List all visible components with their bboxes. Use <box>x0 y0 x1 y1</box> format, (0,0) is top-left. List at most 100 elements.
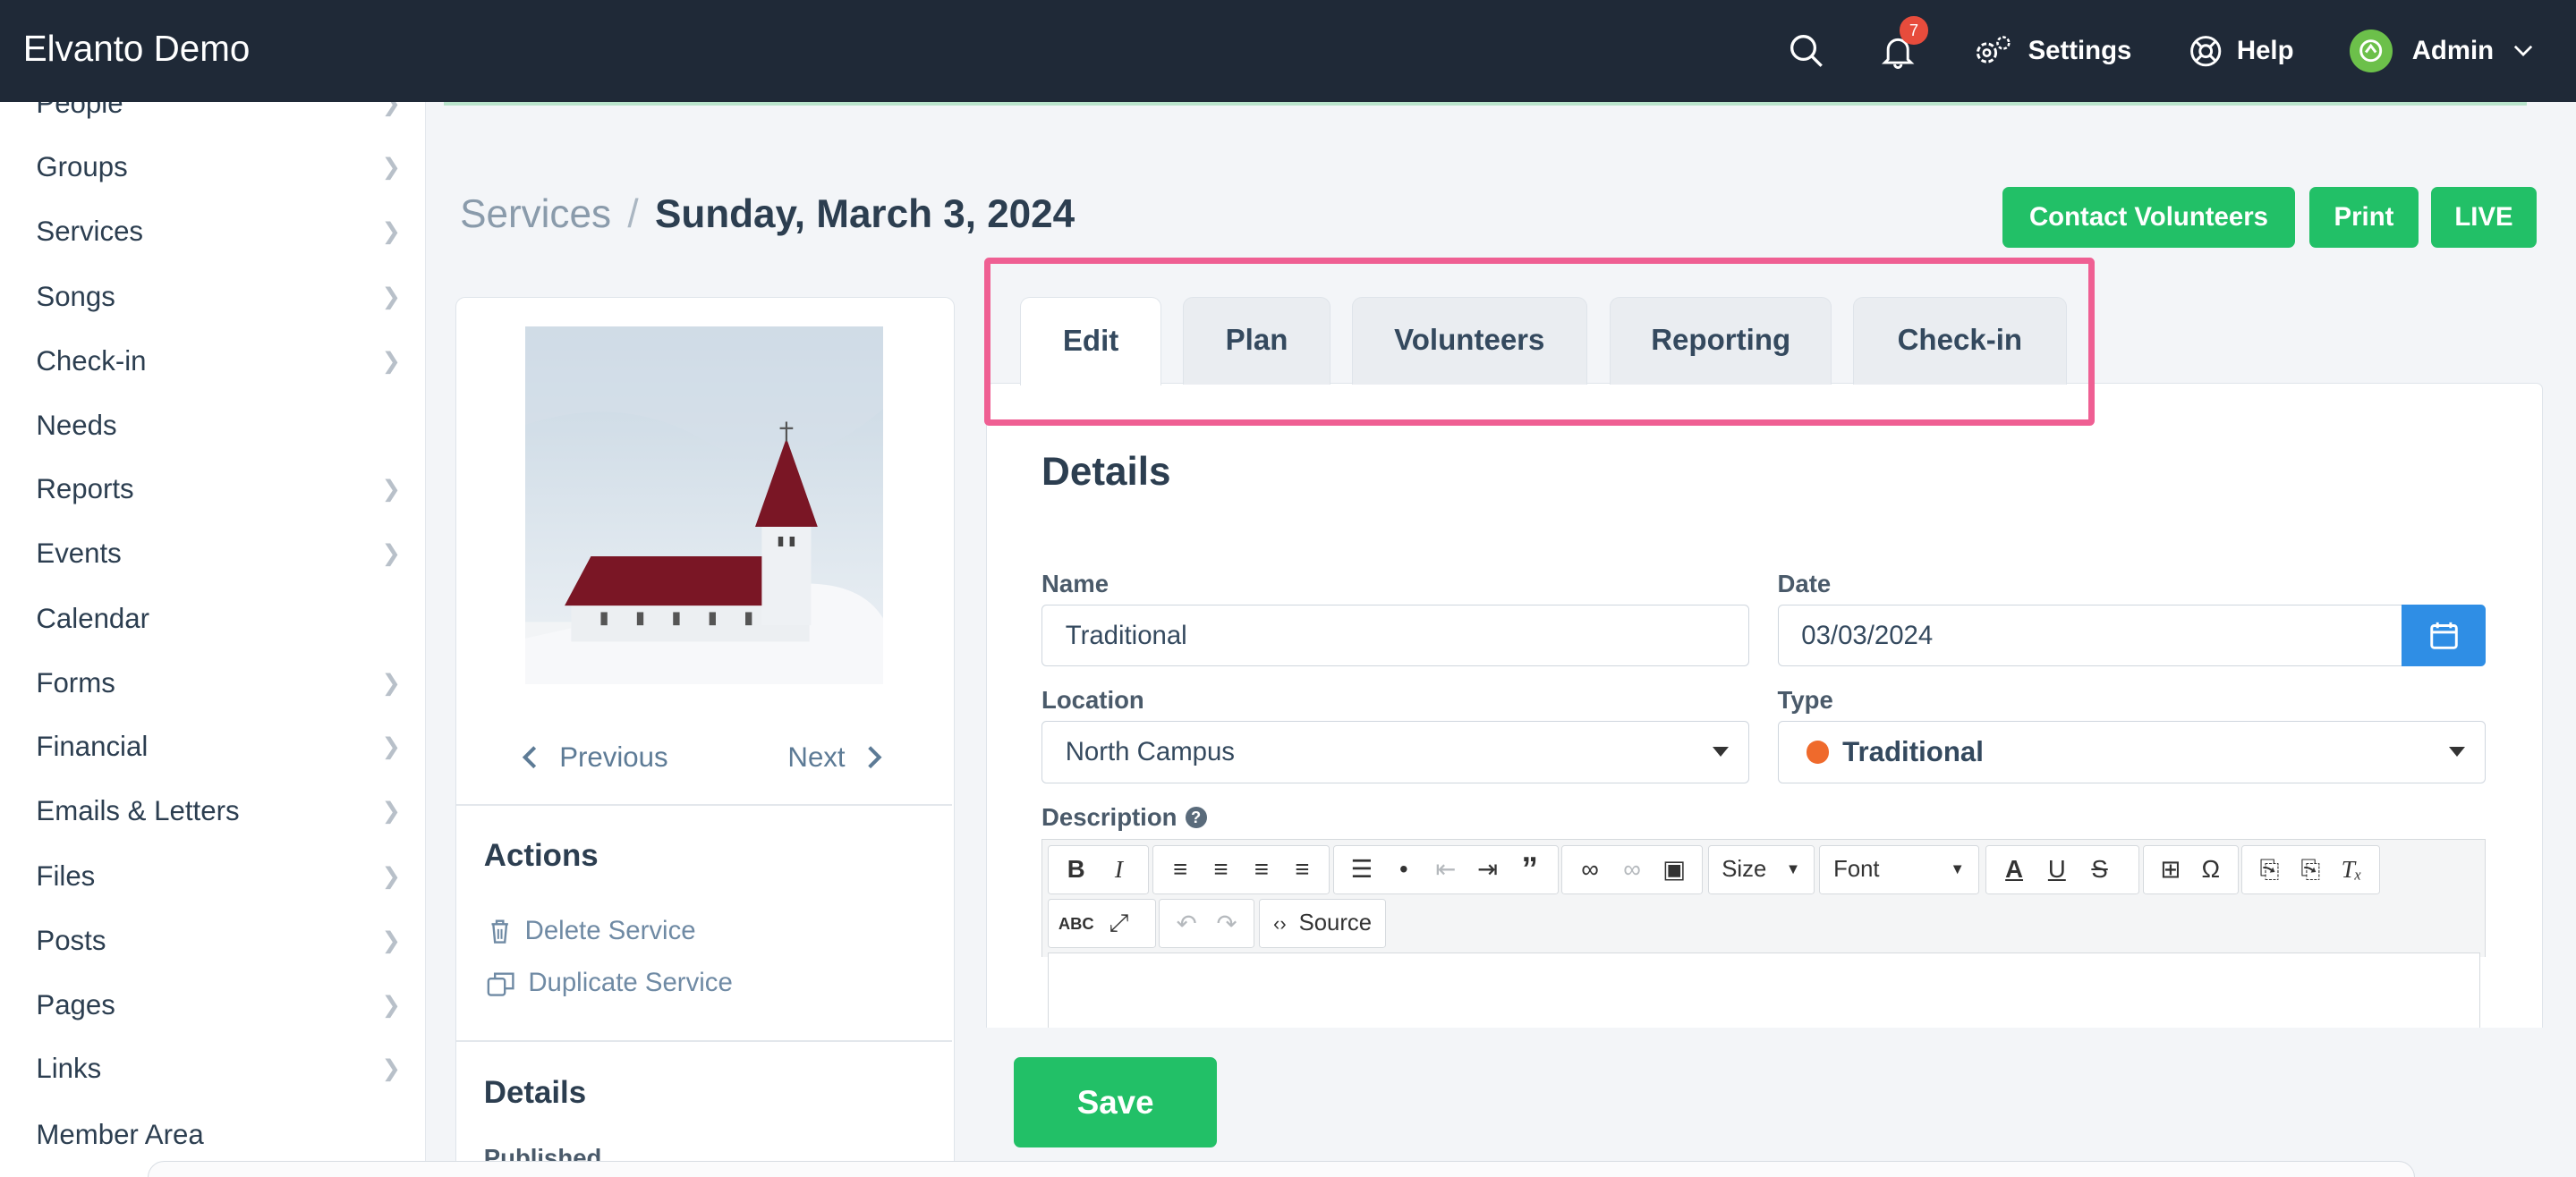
type-label: Type <box>1777 686 1833 715</box>
chevron-right-icon: ❯ <box>381 348 401 374</box>
divider <box>455 1040 953 1042</box>
paste-text-icon[interactable]: ⎘ <box>2249 848 2291 891</box>
font-dropdown[interactable]: Font ▼ <box>1819 844 1979 894</box>
sidebar-item-reports[interactable]: Reports ❯ <box>36 465 401 514</box>
text-style-group: A U S <box>1985 844 2140 894</box>
underline-icon[interactable]: U <box>2036 848 2079 891</box>
align-left-icon[interactable]: ≡ <box>1160 848 1200 891</box>
type-color-dot <box>1806 741 1830 764</box>
list-group: ☰ • ⇤ ⇥ ” <box>1332 844 1559 894</box>
numbered-list-icon[interactable]: ☰ <box>1340 848 1382 891</box>
maximize-icon[interactable]: ⤢ <box>1098 902 1141 945</box>
date-input[interactable]: 03/03/2024 <box>1777 604 2405 667</box>
sidebar-item-posts[interactable]: Posts ❯ <box>36 916 401 965</box>
sidebar-item-links[interactable]: Links ❯ <box>36 1045 401 1094</box>
date-picker-button[interactable] <box>2402 604 2486 667</box>
service-image <box>524 326 883 684</box>
sidebar-item-pages[interactable]: Pages ❯ <box>36 980 401 1029</box>
settings-menu[interactable]: Settings <box>1972 33 2131 69</box>
date-label: Date <box>1777 570 1832 598</box>
image-icon[interactable]: ▣ <box>1654 848 1696 891</box>
sidebar-item-check-in[interactable]: Check-in ❯ <box>36 336 401 385</box>
chevron-right-icon: ❯ <box>381 101 401 116</box>
remove-format-icon[interactable]: Tₓ <box>2331 848 2372 891</box>
history-group: ↶ ↷ <box>1159 899 1254 949</box>
name-input[interactable]: Traditional <box>1041 604 1750 667</box>
duplicate-service-link[interactable]: Duplicate Service <box>487 968 733 998</box>
calendar-icon <box>2429 622 2458 649</box>
bottom-overlay-bar <box>148 1161 2415 1177</box>
italic-icon[interactable]: I <box>1098 848 1141 891</box>
next-link[interactable]: Next <box>787 741 882 774</box>
sidebar-item-needs[interactable]: Needs <box>36 401 401 450</box>
sidebar-item-files[interactable]: Files ❯ <box>36 852 401 902</box>
save-bar <box>985 1028 2544 1177</box>
size-dropdown[interactable]: Size ▼ <box>1707 844 1815 894</box>
align-group: ≡ ≡ ≡ ≡ <box>1152 844 1331 894</box>
paste-word-icon[interactable]: ⎘ <box>2290 848 2331 891</box>
type-select[interactable]: Traditional <box>1777 721 2486 783</box>
sidebar-item-groups[interactable]: Groups ❯ <box>36 143 401 192</box>
help-circle-icon[interactable]: ? <box>1185 806 1207 828</box>
text-color-icon[interactable]: A <box>1993 848 2036 891</box>
name-label: Name <box>1041 570 1109 598</box>
sidebar: People ❯ Groups ❯ Services ❯ Songs ❯ Check-i… <box>0 101 426 1177</box>
form-title: Details <box>1041 450 1171 495</box>
contact-volunteers-button[interactable]: Contact Volunteers <box>2002 187 2295 249</box>
breadcrumb-separator: / <box>627 191 639 236</box>
unlink-icon[interactable]: ∞ <box>1611 848 1654 891</box>
table-icon[interactable]: ⊞ <box>2150 848 2190 891</box>
settings-label: Settings <box>2028 35 2132 65</box>
sidebar-item-emails-letters[interactable]: Emails & Letters ❯ <box>36 786 401 835</box>
source-button[interactable]: ‹› Source <box>1259 899 1386 949</box>
user-menu[interactable]: Admin <box>2349 30 2533 72</box>
sidebar-item-people[interactable]: People ❯ <box>36 102 401 128</box>
align-justify-icon[interactable]: ≡ <box>1282 848 1322 891</box>
previous-link[interactable]: Previous <box>522 741 668 774</box>
chevron-right-icon: ❯ <box>381 155 401 181</box>
actions-title: Actions <box>483 838 599 874</box>
search-button[interactable] <box>1789 33 1824 69</box>
redo-icon[interactable]: ↷ <box>1207 902 1247 945</box>
spellcheck-icon[interactable]: ABC <box>1055 902 1098 945</box>
sidebar-item-songs[interactable]: Songs ❯ <box>36 273 401 322</box>
clipboard-group: ⎘ ⎘ Tₓ <box>2241 844 2380 894</box>
strikethrough-icon[interactable]: S <box>2079 848 2121 891</box>
sidebar-item-member-area[interactable]: Member Area <box>36 1110 401 1159</box>
sidebar-item-services[interactable]: Services ❯ <box>36 207 401 256</box>
description-label: Description? <box>1041 803 1207 832</box>
link-icon[interactable]: ∞ <box>1569 848 1611 891</box>
special-char-icon[interactable]: Ω <box>2190 848 2231 891</box>
user-name: Admin <box>2411 35 2495 65</box>
bold-icon[interactable]: B <box>1055 848 1098 891</box>
print-button[interactable]: Print <box>2309 187 2419 249</box>
blockquote-icon[interactable]: ” <box>1509 848 1551 891</box>
notifications-button[interactable]: 7 <box>1880 16 1928 69</box>
align-center-icon[interactable]: ≡ <box>1201 848 1241 891</box>
bullet-list-icon[interactable]: • <box>1382 848 1424 891</box>
location-select[interactable]: North Campus <box>1041 721 1750 783</box>
save-button[interactable]: Save <box>1013 1057 1218 1148</box>
sidebar-item-events[interactable]: Events ❯ <box>36 529 401 578</box>
caret-down-icon <box>2448 746 2465 757</box>
breadcrumb-services-link[interactable]: Services <box>460 192 611 236</box>
live-button[interactable]: LIVE <box>2431 187 2537 249</box>
delete-service-link[interactable]: Delete Service <box>487 916 696 946</box>
help-menu[interactable]: Help <box>2188 33 2294 69</box>
editor-toolbar: B I ≡ ≡ ≡ ≡ ☰ • ⇤ ⇥ ” ∞ ∞ ▣ Size ▼ Font ▼ … <box>1041 839 2486 958</box>
undo-icon[interactable]: ↶ <box>1167 902 1207 945</box>
indent-icon[interactable]: ⇥ <box>1467 848 1509 891</box>
sidebar-item-forms[interactable]: Forms ❯ <box>36 658 401 707</box>
outdent-icon[interactable]: ⇤ <box>1424 848 1467 891</box>
location-label: Location <box>1041 686 1144 715</box>
align-right-icon[interactable]: ≡ <box>1241 848 1281 891</box>
sidebar-item-calendar[interactable]: Calendar <box>36 595 401 644</box>
chevron-right-icon: ❯ <box>381 928 401 953</box>
divider <box>455 803 953 806</box>
sidebar-item-financial[interactable]: Financial ❯ <box>36 723 401 772</box>
chevron-right-icon: ❯ <box>381 284 401 310</box>
church-image-icon <box>524 326 883 684</box>
format-group: B I <box>1047 844 1150 894</box>
service-summary-panel: Previous Next Actions Delete Service Dup… <box>455 297 955 1177</box>
user-logo-icon <box>2359 39 2383 63</box>
